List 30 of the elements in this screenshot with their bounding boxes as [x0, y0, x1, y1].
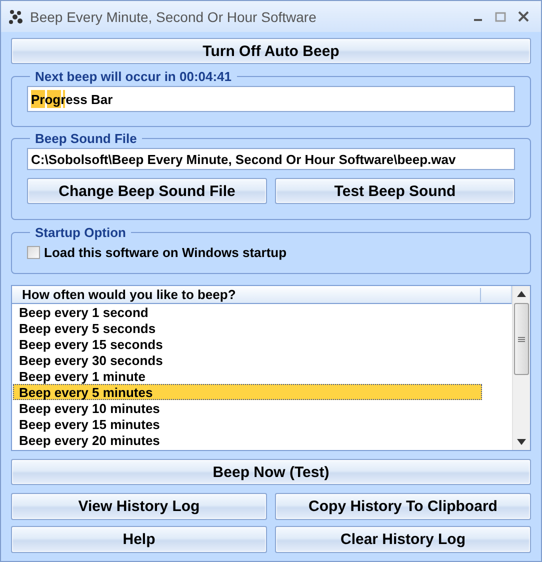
list-item[interactable]: Beep every 15 minutes [13, 416, 482, 432]
list-item[interactable]: Beep every 1 second [13, 304, 482, 320]
action-button[interactable]: View History Log [11, 493, 267, 520]
list-item[interactable]: Beep every 20 minutes [13, 432, 482, 448]
test-sound-button[interactable]: Test Beep Sound [275, 178, 515, 204]
window-title: Beep Every Minute, Second Or Hour Software [30, 8, 318, 24]
list-item[interactable]: Beep every 30 seconds [13, 352, 482, 368]
action-button[interactable]: Clear History Log [275, 526, 531, 553]
list-item[interactable]: Beep every 15 seconds [13, 336, 482, 352]
action-button[interactable]: Copy History To Clipboard [275, 493, 531, 520]
group-label: Startup Option [34, 225, 127, 240]
group-label: Next beep will occur in 00:04:41 [34, 69, 233, 84]
beep-now-button[interactable]: Beep Now (Test) [11, 459, 531, 485]
list-item[interactable]: Beep every 5 seconds [13, 320, 482, 336]
list-item[interactable]: Beep every 1 minute [13, 368, 482, 384]
app-icon [7, 8, 25, 26]
scrollbar[interactable] [512, 286, 530, 450]
file-path-field[interactable]: C:\Sobolsoft\Beep Every Minute, Second Or Hour Software\beep.wav [27, 148, 515, 170]
scroll-up-icon[interactable] [517, 291, 526, 297]
change-file-button[interactable]: Change Beep Sound File [27, 178, 267, 204]
auto-beep-button[interactable]: Turn Off Auto Beep [11, 38, 531, 64]
list-item[interactable]: Beep every 5 minutes [13, 384, 482, 400]
action-button[interactable]: Help [11, 526, 267, 553]
scroll-thumb[interactable] [514, 303, 529, 375]
checkbox[interactable] [27, 246, 40, 258]
group-label: Beep Sound File [34, 131, 138, 146]
scroll-down-icon[interactable] [517, 439, 526, 445]
list-item[interactable]: Beep every 10 minutes [13, 400, 482, 416]
close-icon[interactable] [518, 11, 529, 22]
checkbox-label: Load this software on Windows startup [44, 244, 287, 260]
